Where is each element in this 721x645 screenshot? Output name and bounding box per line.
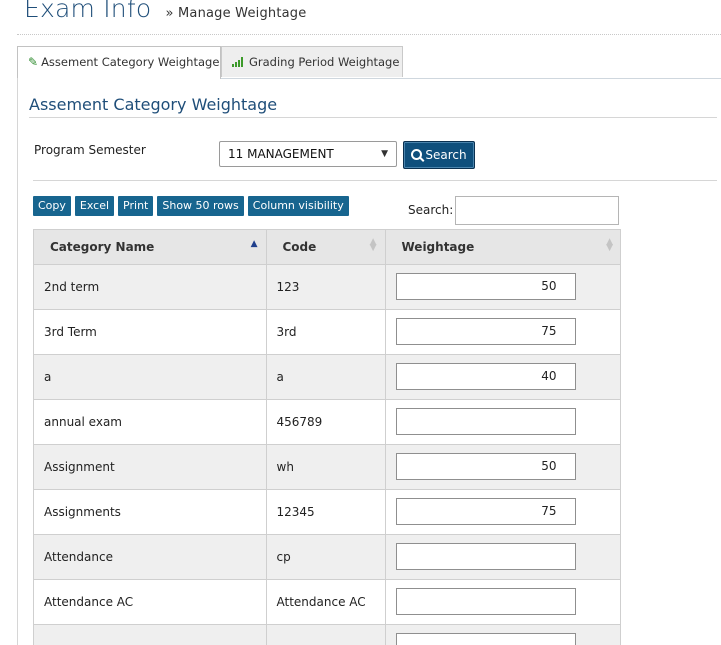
table-toolbar: Copy Excel Print Show 50 rows Column vis… bbox=[33, 196, 349, 216]
code-cell: cp bbox=[265, 533, 386, 580]
code-cell: 456789 bbox=[265, 398, 386, 445]
weightage-table: Category Name ▲ Code ▲ ▼ Weightage ▲ ▼ 2nd… bbox=[33, 229, 621, 645]
section-divider bbox=[29, 117, 717, 118]
category-name-cell: Assignments bbox=[34, 488, 267, 535]
sort-icon: ▲ ▼ bbox=[369, 237, 377, 253]
category-name-cell: Attendance AC bbox=[34, 578, 267, 625]
form-divider bbox=[33, 180, 717, 181]
excel-button[interactable]: Excel bbox=[74, 196, 115, 216]
weightage-cell: 75 bbox=[384, 488, 620, 535]
table-row: annual exam 456789 bbox=[34, 398, 620, 445]
table-row: a a 40 bbox=[34, 353, 620, 400]
code-cell: wh bbox=[265, 443, 386, 490]
code-cell bbox=[265, 623, 386, 645]
table-search-label: Search: bbox=[408, 203, 454, 217]
copy-button[interactable]: Copy bbox=[33, 196, 71, 216]
code-cell: 123 bbox=[265, 263, 386, 310]
weightage-cell bbox=[384, 533, 620, 580]
column-header-label: Weightage bbox=[401, 239, 475, 254]
paperclip-icon: ✎ bbox=[28, 55, 39, 69]
weightage-input[interactable]: 50 bbox=[395, 273, 576, 300]
section-title: Assement Category Weightage bbox=[29, 95, 278, 114]
weightage-input[interactable]: 50 bbox=[395, 453, 576, 480]
tab-grading-period-weightage[interactable]: Grading Period Weightage bbox=[221, 46, 403, 77]
category-name-cell: a bbox=[34, 353, 267, 400]
program-semester-label: Program Semester bbox=[34, 143, 146, 157]
code-cell: a bbox=[265, 353, 386, 400]
category-name-cell bbox=[34, 623, 267, 645]
table-row: Attendance cp bbox=[34, 533, 620, 580]
column-header-label: Category Name bbox=[50, 239, 155, 254]
weightage-cell bbox=[384, 623, 620, 645]
bar-chart-icon bbox=[232, 57, 246, 67]
search-icon bbox=[411, 149, 423, 160]
weightage-input[interactable] bbox=[395, 408, 576, 435]
caret-down-icon: ▼ bbox=[381, 149, 388, 159]
search-button[interactable]: Search bbox=[403, 141, 475, 169]
column-header-code[interactable]: Code ▲ ▼ bbox=[265, 230, 386, 265]
page-title-text: Exam Info bbox=[24, 0, 152, 23]
category-name-cell: annual exam bbox=[34, 398, 267, 445]
breadcrumb-separator: » bbox=[165, 6, 174, 21]
category-name-cell: 3rd Term bbox=[34, 308, 267, 355]
category-name-cell: 2nd term bbox=[34, 263, 267, 310]
tab-bar: ✎ Assement Category Weightage Grading Per… bbox=[17, 46, 721, 79]
column-visibility-button[interactable]: Column visibility bbox=[247, 196, 349, 216]
program-semester-select[interactable]: 11 MANAGEMENT ▼ bbox=[219, 141, 397, 167]
category-name-cell: Attendance bbox=[34, 533, 267, 580]
table-header-row: Category Name ▲ Code ▲ ▼ Weightage ▲ ▼ bbox=[34, 230, 620, 265]
weightage-cell: 40 bbox=[384, 353, 620, 400]
sort-icon: ▲ ▼ bbox=[606, 237, 613, 253]
weightage-input[interactable]: 75 bbox=[395, 318, 576, 345]
weightage-input[interactable]: 40 bbox=[395, 363, 576, 390]
breadcrumb: » Manage Weightage bbox=[165, 6, 306, 21]
print-button[interactable]: Print bbox=[118, 196, 154, 216]
search-button-label: Search bbox=[425, 148, 467, 162]
weightage-cell bbox=[384, 578, 620, 625]
sort-ascending-icon: ▲ bbox=[250, 239, 258, 249]
tab-assessment-category-weightage[interactable]: ✎ Assement Category Weightage bbox=[17, 46, 221, 79]
category-name-cell: Assignment bbox=[34, 443, 267, 490]
weightage-cell: 75 bbox=[384, 308, 620, 355]
weightage-input[interactable] bbox=[395, 633, 576, 645]
table-row: 3rd Term 3rd 75 bbox=[34, 308, 620, 355]
table-row: Assignment wh 50 bbox=[34, 443, 620, 490]
breadcrumb-current: Manage Weightage bbox=[177, 6, 307, 21]
weightage-input[interactable] bbox=[395, 588, 576, 615]
table-search-input[interactable] bbox=[455, 196, 619, 225]
code-cell: 12345 bbox=[265, 488, 386, 535]
weightage-input[interactable] bbox=[395, 543, 576, 570]
show-rows-button[interactable]: Show 50 rows bbox=[157, 196, 244, 216]
tab-label: Grading Period Weightage bbox=[249, 55, 400, 69]
weightage-cell: 50 bbox=[384, 443, 620, 490]
page-title: Exam Info » Manage Weightage bbox=[24, 0, 306, 23]
column-header-label: Code bbox=[282, 239, 317, 254]
code-cell: Attendance AC bbox=[265, 578, 386, 625]
column-header-category-name[interactable]: Category Name ▲ bbox=[34, 230, 267, 265]
table-row: 2nd term 123 50 bbox=[34, 263, 620, 310]
code-cell: 3rd bbox=[265, 308, 386, 355]
table-row: Assignments 12345 75 bbox=[34, 488, 620, 535]
column-header-weightage[interactable]: Weightage ▲ ▼ bbox=[384, 230, 620, 265]
weightage-cell: 50 bbox=[384, 263, 620, 310]
table-row: Attendance AC Attendance AC bbox=[34, 578, 620, 625]
weightage-cell bbox=[384, 398, 620, 445]
weightage-input[interactable]: 75 bbox=[395, 498, 576, 525]
tab-label: Assement Category Weightage bbox=[41, 55, 220, 69]
table-row bbox=[34, 623, 620, 645]
program-semester-value: 11 MANAGEMENT bbox=[228, 147, 334, 161]
title-divider bbox=[17, 34, 721, 35]
